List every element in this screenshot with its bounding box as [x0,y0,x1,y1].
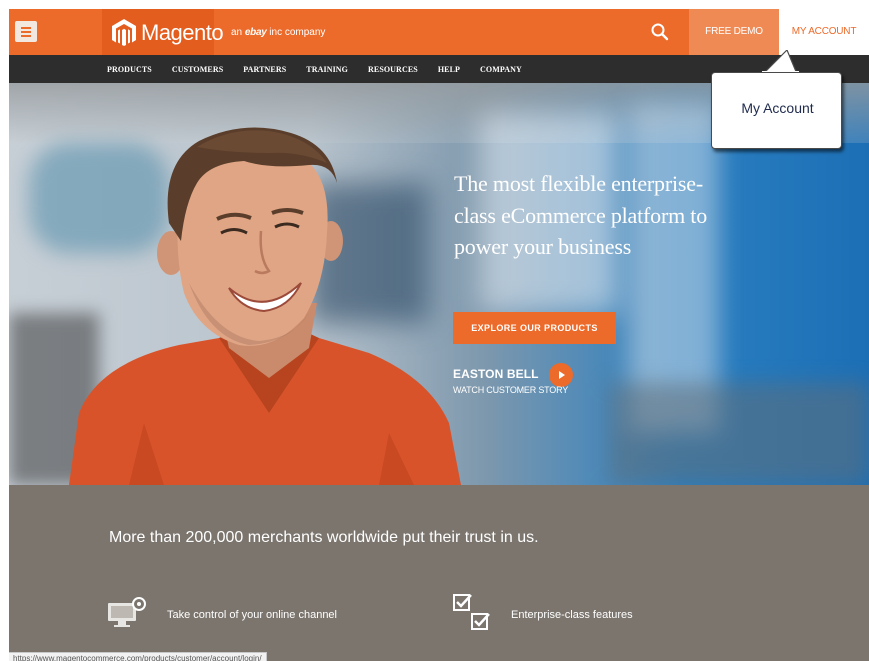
monitor-gear-icon [108,597,146,627]
hero-person-image [69,127,461,485]
top-header-bar: Magento an ebay inc company FREE DEMO MY… [9,9,869,55]
my-account-link[interactable]: MY ACCOUNT [779,9,869,55]
explore-products-button[interactable]: EXPLORE OUR PRODUCTS [453,312,616,344]
callout-text: My Account [741,100,814,116]
nav-item-partners[interactable]: PARTNERS [243,65,286,74]
callout-pointer [762,50,799,74]
feature-label: Enterprise-class features [511,609,633,621]
callout-box: My Account [711,72,842,149]
magento-logo-icon[interactable] [111,18,137,46]
watch-customer-story-link[interactable]: WATCH CUSTOMER STORY [453,385,568,395]
logo-text[interactable]: Magento [141,20,224,46]
nav-item-customers[interactable]: CUSTOMERS [172,65,223,74]
trust-section: More than 200,000 merchants worldwide pu… [9,485,869,661]
browser-viewport: Magento an ebay inc company FREE DEMO MY… [9,9,869,661]
nav-list: PRODUCTS CUSTOMERS PARTNERS TRAINING RES… [107,55,542,83]
hero-headline: The most flexible enterprise-class eComm… [454,171,708,259]
nav-item-company[interactable]: COMPANY [480,65,522,74]
tagline-prefix: an [231,27,243,38]
nav-item-products[interactable]: PRODUCTS [107,65,152,74]
trust-heading: More than 200,000 merchants worldwide pu… [109,529,539,546]
customer-story-name[interactable]: EASTON BELL [453,367,539,381]
tagline: an ebay inc company [231,27,325,38]
hamburger-icon[interactable] [15,21,37,42]
nav-item-training[interactable]: TRAINING [306,65,348,74]
tagline-suffix: inc company [269,27,326,38]
checkbox-icon [453,594,490,630]
hero-background-blur [609,383,869,485]
nav-item-resources[interactable]: RESOURCES [368,65,418,74]
feature-label: Take control of your online channel [167,609,337,621]
free-demo-button[interactable]: FREE DEMO [689,9,779,55]
tagline-ebay: ebay [244,27,267,38]
play-icon[interactable] [549,363,573,387]
search-icon[interactable] [650,22,670,42]
nav-item-help[interactable]: HELP [438,65,460,74]
status-bar-url: https://www.magentocommerce.com/products… [9,652,267,661]
